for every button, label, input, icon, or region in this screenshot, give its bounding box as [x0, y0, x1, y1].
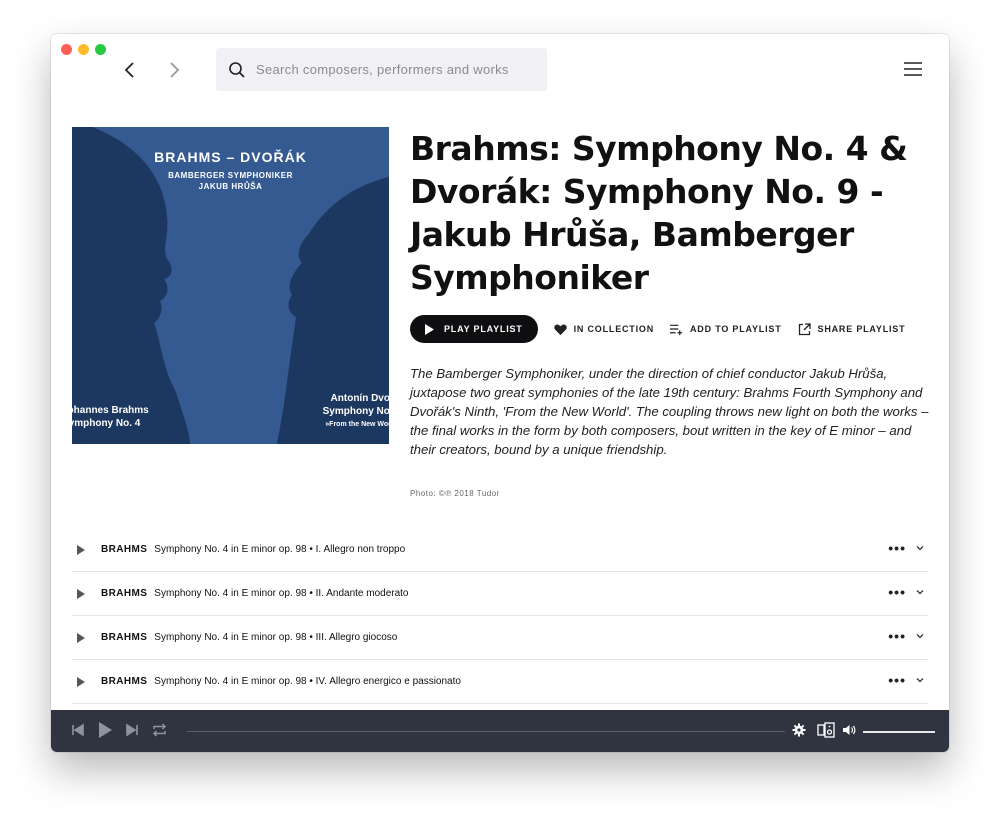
player-bar — [51, 710, 949, 752]
forward-button[interactable] — [164, 60, 184, 80]
cover-right-composer: Antonín Dvořák — [330, 393, 389, 404]
search-input[interactable] — [256, 62, 536, 77]
play-track-icon[interactable] — [74, 587, 88, 601]
track-composer: BRAHMS — [101, 544, 148, 555]
search-bar — [216, 48, 547, 91]
next-button[interactable] — [125, 723, 139, 737]
track-composer: BRAHMS — [101, 632, 148, 643]
skip-next-icon — [126, 723, 138, 737]
play-playlist-label: PLAY PLAYLIST — [444, 324, 523, 334]
repeat-button[interactable] — [151, 723, 168, 737]
playlist-actions: PLAY PLAYLIST IN COLLECTION ADD TO PLAYL… — [410, 315, 905, 343]
play-track-icon[interactable] — [74, 675, 88, 689]
track-list: BRAHMS Symphony No. 4 in E minor op. 98 … — [72, 528, 928, 704]
track-title: Symphony No. 4 in E minor op. 98 • III. … — [154, 632, 398, 643]
track-composer: BRAHMS — [101, 588, 148, 599]
cover-right-work: Symphony No. 9 — [322, 406, 389, 417]
play-button[interactable] — [97, 721, 113, 739]
play-icon — [425, 323, 434, 335]
play-playlist-button[interactable]: PLAY PLAYLIST — [410, 315, 538, 343]
heart-icon — [553, 324, 567, 335]
minimize-window-button[interactable] — [78, 44, 89, 55]
previous-button[interactable] — [71, 723, 85, 737]
album-cover: BRAHMS – DVOŘÁK BAMBERGER SYMPHONIKER JA… — [72, 127, 389, 444]
cover-right-text: Antonín Dvořák Symphony No. 9 »From the … — [323, 392, 389, 431]
search-icon — [229, 61, 245, 78]
volume-button[interactable] — [842, 723, 856, 737]
play-track-icon[interactable] — [74, 543, 88, 557]
track-title: Symphony No. 4 in E minor op. 98 • IV. A… — [154, 676, 461, 687]
track-row[interactable]: BRAHMS Symphony No. 4 in E minor op. 98 … — [72, 616, 928, 660]
track-more-button[interactable]: ••• — [888, 628, 906, 644]
track-row[interactable]: BRAHMS Symphony No. 4 in E minor op. 98 … — [72, 572, 928, 616]
track-more-button[interactable]: ••• — [888, 540, 906, 556]
track-more-button[interactable]: ••• — [888, 584, 906, 600]
chevron-left-icon — [124, 62, 134, 78]
photo-credit: Photo: ©℗ 2018 Tudor — [410, 489, 500, 498]
cover-left-text: Johannes Brahms Symphony No. 4 — [72, 404, 149, 430]
add-to-list-icon — [670, 324, 683, 335]
chevron-right-icon — [170, 62, 180, 78]
album-description: The Bamberger Symphoniker, under the dir… — [410, 366, 929, 457]
play-icon — [99, 722, 112, 738]
speaker-device-icon — [817, 722, 835, 738]
chevron-down-icon[interactable] — [915, 587, 925, 597]
share-playlist-button[interactable]: SHARE PLAYLIST — [798, 322, 906, 336]
in-collection-label: IN COLLECTION — [573, 324, 654, 334]
share-playlist-label: SHARE PLAYLIST — [817, 324, 906, 334]
track-composer: BRAHMS — [101, 676, 148, 687]
chevron-down-icon[interactable] — [915, 631, 925, 641]
gear-icon — [792, 723, 806, 737]
menu-button[interactable] — [904, 61, 922, 77]
volume-slider[interactable] — [863, 731, 935, 733]
repeat-icon — [152, 723, 167, 737]
share-icon — [798, 322, 811, 335]
app-window: BRAHMS – DVOŘÁK BAMBERGER SYMPHONIKER JA… — [51, 34, 949, 752]
window-controls — [61, 44, 106, 55]
add-to-playlist-button[interactable]: ADD TO PLAYLIST — [670, 323, 782, 336]
track-row[interactable]: BRAHMS Symphony No. 4 in E minor op. 98 … — [72, 528, 928, 572]
cover-right-subtitle: »From the New World« — [325, 421, 389, 428]
progress-bar[interactable] — [187, 731, 785, 732]
settings-button[interactable] — [792, 723, 806, 737]
cover-left-work: Symphony No. 4 — [72, 418, 141, 429]
cover-title: BRAHMS – DVOŘÁK — [154, 149, 307, 165]
skip-previous-icon — [72, 723, 84, 737]
chevron-down-icon[interactable] — [915, 675, 925, 685]
volume-icon — [843, 725, 856, 735]
in-collection-button[interactable]: IN COLLECTION — [553, 323, 654, 336]
track-more-button[interactable]: ••• — [888, 672, 906, 688]
cover-left-composer: Johannes Brahms — [72, 405, 149, 416]
back-button[interactable] — [120, 60, 140, 80]
album-title: Brahms: Symphony No. 4 & Dvorák: Symphon… — [410, 129, 908, 297]
chevron-down-icon[interactable] — [915, 543, 925, 553]
track-row[interactable]: BRAHMS Symphony No. 4 in E minor op. 98 … — [72, 660, 928, 704]
track-title: Symphony No. 4 in E minor op. 98 • I. Al… — [154, 544, 406, 555]
track-title: Symphony No. 4 in E minor op. 98 • II. A… — [154, 588, 409, 599]
add-to-playlist-label: ADD TO PLAYLIST — [690, 324, 782, 334]
output-device-button[interactable] — [817, 722, 835, 738]
cover-conductor: JAKUB HRŮŠA — [198, 182, 263, 191]
hamburger-icon — [904, 62, 922, 76]
cover-orchestra: BAMBERGER SYMPHONIKER — [168, 171, 293, 180]
close-window-button[interactable] — [61, 44, 72, 55]
play-track-icon[interactable] — [74, 631, 88, 645]
zoom-window-button[interactable] — [95, 44, 106, 55]
